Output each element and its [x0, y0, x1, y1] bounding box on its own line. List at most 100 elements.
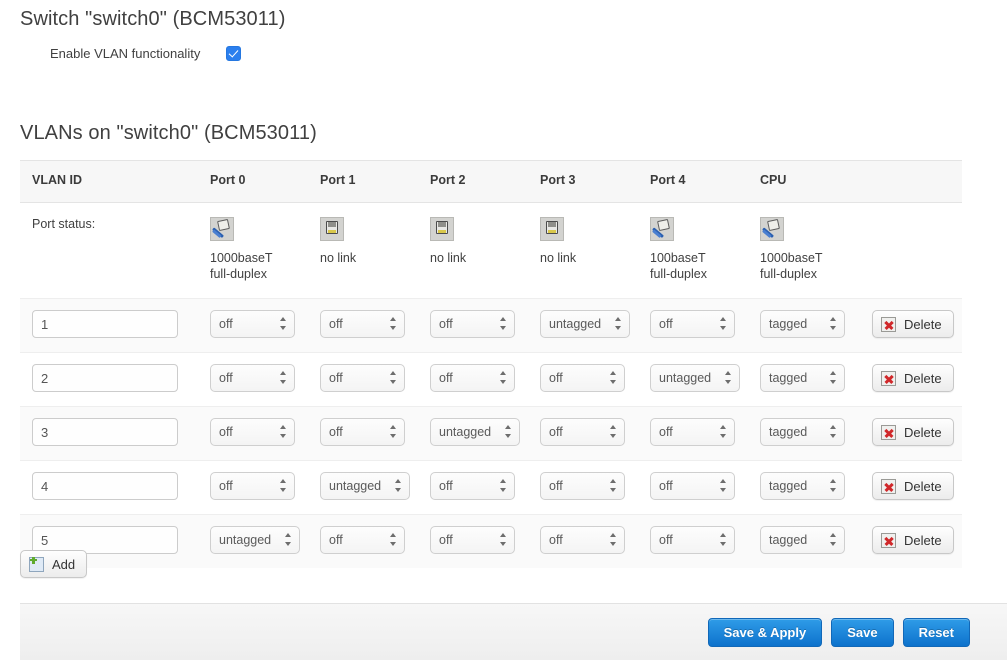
save-button[interactable]: Save: [831, 618, 894, 647]
port-mode-select[interactable]: off: [650, 526, 735, 554]
vlan-port-cell: off: [320, 352, 430, 407]
port-mode-select[interactable]: tagged: [760, 310, 845, 338]
select-arrows-icon: [500, 316, 507, 332]
port-mode-value: off: [219, 371, 233, 385]
vlan-port-cell: untagged: [320, 460, 430, 515]
port-mode-select[interactable]: off: [320, 364, 405, 392]
vlan-port-cell: off: [210, 406, 320, 461]
vlan-actions-cell: Delete: [872, 460, 962, 515]
port-mode-select[interactable]: off: [210, 310, 295, 338]
port-mode-select[interactable]: off: [650, 310, 735, 338]
select-arrows-icon: [725, 370, 732, 386]
port-mode-select[interactable]: off: [650, 472, 735, 500]
port-mode-select[interactable]: untagged: [320, 472, 410, 500]
delete-vlan-button[interactable]: Delete: [872, 526, 954, 554]
save-apply-button[interactable]: Save & Apply: [707, 618, 823, 647]
port-mode-select[interactable]: off: [540, 418, 625, 446]
port-mode-select[interactable]: off: [210, 364, 295, 392]
port-mode-select[interactable]: off: [430, 472, 515, 500]
select-arrows-icon: [830, 424, 837, 440]
port-mode-select[interactable]: tagged: [760, 526, 845, 554]
select-arrows-icon: [390, 370, 397, 386]
select-arrows-icon: [500, 370, 507, 386]
port-mode-value: untagged: [439, 425, 492, 439]
select-arrows-icon: [390, 532, 397, 548]
port-status-duplex: full-duplex: [760, 267, 817, 281]
port-mode-select[interactable]: off: [430, 526, 515, 554]
add-vlan-button[interactable]: Add: [20, 550, 88, 578]
delete-vlan-button[interactable]: Delete: [872, 472, 954, 500]
port-mode-select[interactable]: untagged: [210, 526, 300, 554]
vlan-id-cell: [20, 406, 210, 461]
select-arrows-icon: [505, 424, 512, 440]
port-mode-value: off: [219, 479, 233, 493]
form-footer: Save & Apply Save Reset: [20, 603, 1007, 660]
ethernet-connected-icon: [650, 217, 674, 241]
select-arrows-icon: [720, 316, 727, 332]
ethernet-nolink-icon: [540, 217, 564, 241]
port-status-cell-actions: [872, 202, 962, 299]
delete-button-label: Delete: [904, 370, 942, 386]
vlan-id-input[interactable]: [32, 310, 178, 338]
vlan-id-input[interactable]: [32, 472, 178, 500]
delete-vlan-button[interactable]: Delete: [872, 418, 954, 446]
port-mode-select[interactable]: tagged: [760, 472, 845, 500]
port-mode-select[interactable]: off: [540, 364, 625, 392]
port-status-speed: no link: [320, 251, 357, 265]
vlan-table-row: off off off off untagged tagged Delete: [20, 352, 962, 407]
port-mode-select[interactable]: tagged: [760, 364, 845, 392]
port-mode-select[interactable]: off: [540, 526, 625, 554]
reset-button[interactable]: Reset: [902, 618, 970, 647]
port-mode-select[interactable]: untagged: [430, 418, 520, 446]
select-arrows-icon: [390, 316, 397, 332]
port-mode-select[interactable]: off: [320, 526, 405, 554]
port-mode-select[interactable]: off: [430, 364, 515, 392]
port-status-cell-port-4: 100baseT full-duplex: [650, 202, 760, 299]
vlan-port-cell: tagged: [760, 298, 872, 353]
select-arrows-icon: [610, 370, 617, 386]
port-mode-select[interactable]: off: [320, 418, 405, 446]
column-header-actions: [872, 160, 962, 203]
port-mode-select[interactable]: off: [430, 310, 515, 338]
vlan-id-cell: [20, 460, 210, 515]
select-arrows-icon: [830, 478, 837, 494]
vlan-port-cell: off: [540, 406, 650, 461]
ethernet-nolink-icon: [430, 217, 454, 241]
enable-vlan-row: Enable VLAN functionality: [50, 46, 242, 61]
vlan-actions-cell: Delete: [872, 298, 962, 353]
port-mode-value: off: [439, 317, 453, 331]
add-icon: [29, 556, 44, 572]
port-mode-select[interactable]: off: [320, 310, 405, 338]
port-mode-value: off: [659, 317, 673, 331]
port-mode-select[interactable]: off: [650, 418, 735, 446]
select-arrows-icon: [610, 424, 617, 440]
port-mode-value: off: [219, 425, 233, 439]
vlan-port-cell: off: [540, 352, 650, 407]
vlan-id-input[interactable]: [32, 364, 178, 392]
delete-vlan-button[interactable]: Delete: [872, 364, 954, 392]
enable-vlan-checkbox[interactable]: [226, 46, 242, 61]
port-mode-select[interactable]: off: [210, 472, 295, 500]
ethernet-nolink-icon: [320, 217, 344, 241]
select-arrows-icon: [830, 370, 837, 386]
vlan-port-cell: off: [210, 460, 320, 515]
select-arrows-icon: [285, 532, 292, 548]
select-arrows-icon: [280, 316, 287, 332]
port-mode-select[interactable]: off: [540, 472, 625, 500]
delete-button-label: Delete: [904, 424, 942, 440]
select-arrows-icon: [500, 532, 507, 548]
port-mode-select[interactable]: untagged: [540, 310, 630, 338]
vlan-table-row: off off untagged off off tagged Delete: [20, 406, 962, 461]
port-status-cell-port-2: no link: [430, 202, 540, 299]
delete-vlan-button[interactable]: Delete: [872, 310, 954, 338]
vlan-actions-cell: Delete: [872, 352, 962, 407]
vlan-id-input[interactable]: [32, 418, 178, 446]
delete-icon: [881, 424, 896, 440]
delete-icon: [881, 478, 896, 494]
port-mode-select[interactable]: off: [210, 418, 295, 446]
vlan-table-header-row: VLAN ID Port 0 Port 1 Port 2 Port 3 Port…: [20, 160, 962, 203]
port-status-cell-port-0: 1000baseT full-duplex: [210, 202, 320, 299]
vlan-table: VLAN ID Port 0 Port 1 Port 2 Port 3 Port…: [20, 160, 962, 568]
port-mode-select[interactable]: untagged: [650, 364, 740, 392]
port-mode-select[interactable]: tagged: [760, 418, 845, 446]
